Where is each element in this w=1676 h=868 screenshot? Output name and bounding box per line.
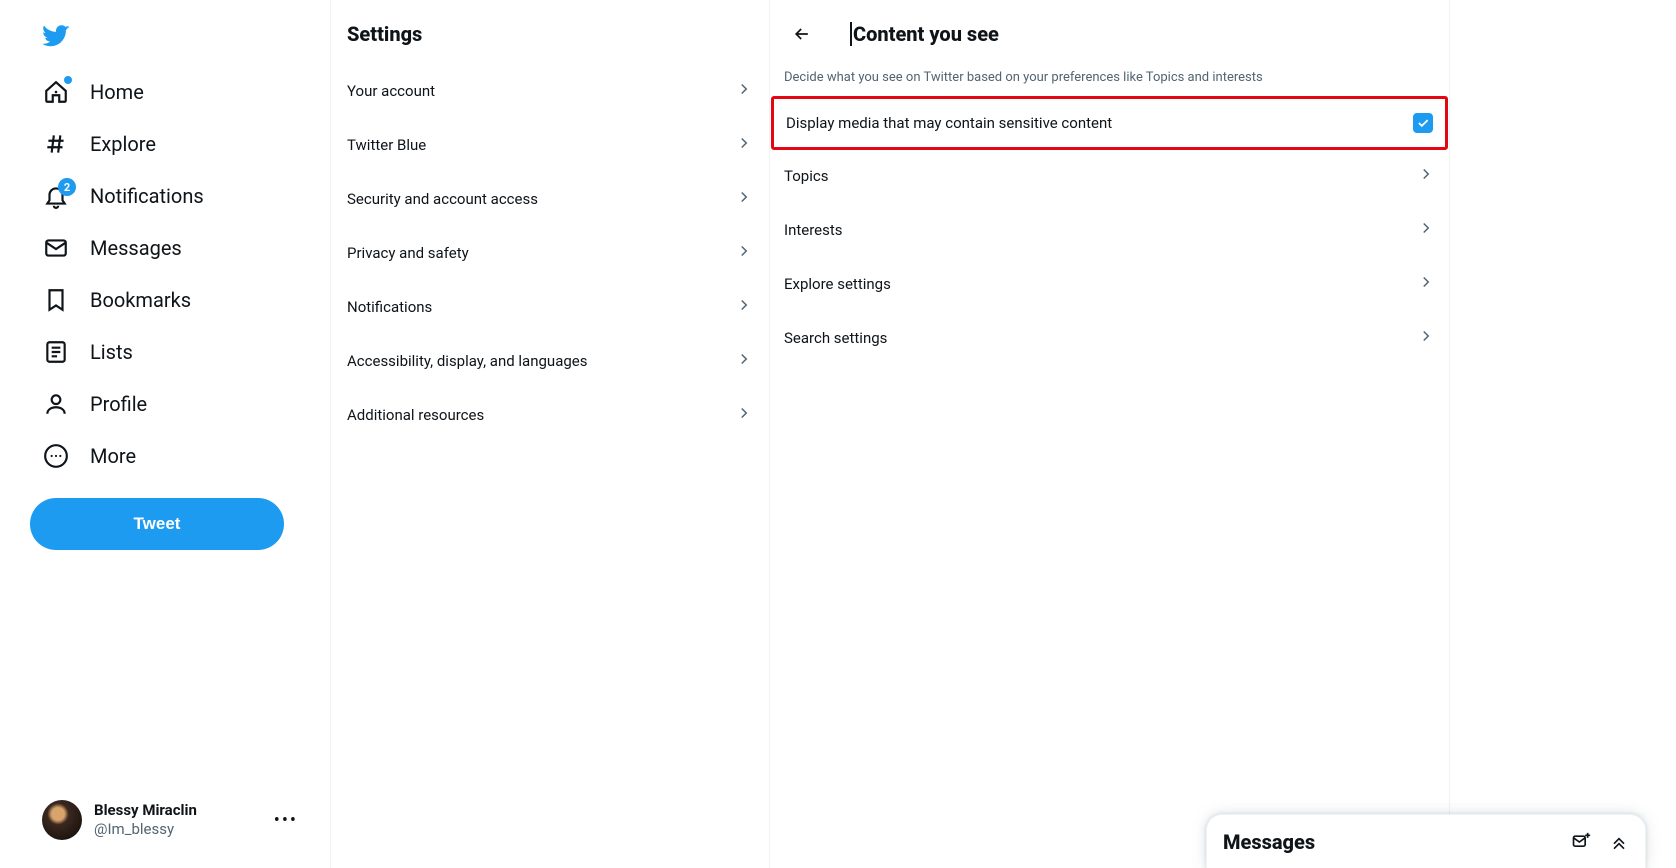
account-handle: @Im_blessy	[94, 820, 262, 839]
nav-messages[interactable]: Messages	[30, 222, 194, 274]
messages-dock-title: Messages	[1223, 830, 1315, 854]
settings-item-twitter-blue[interactable]: Twitter Blue	[331, 118, 769, 172]
bell-icon: 2	[42, 182, 70, 210]
nav-explore[interactable]: Explore	[30, 118, 168, 170]
home-icon	[42, 78, 70, 106]
content-column: Content you see Decide what you see on T…	[770, 0, 1450, 868]
new-message-icon[interactable]	[1571, 832, 1591, 852]
content-title: Content you see	[850, 22, 999, 46]
content-row-topics[interactable]: Topics	[770, 149, 1449, 203]
settings-item-security[interactable]: Security and account access	[331, 172, 769, 226]
chevron-right-icon	[735, 242, 753, 264]
nav-label: Notifications	[90, 184, 204, 208]
content-subtitle: Decide what you see on Twitter based on …	[770, 58, 1449, 97]
content-row-interests[interactable]: Interests	[770, 203, 1449, 257]
content-row-explore-settings[interactable]: Explore settings	[770, 257, 1449, 311]
content-row-label: Explore settings	[784, 275, 891, 293]
messages-dock[interactable]: Messages	[1206, 814, 1646, 868]
twitter-bird-icon	[42, 21, 70, 51]
settings-item-label: Your account	[347, 82, 435, 100]
chevron-right-icon	[1417, 327, 1435, 349]
settings-item-notifications[interactable]: Notifications	[331, 280, 769, 334]
settings-title: Settings	[331, 12, 769, 64]
ellipsis-icon: •••	[274, 810, 298, 831]
toggle-sensitive-media[interactable]: Display media that may contain sensitive…	[772, 97, 1447, 149]
primary-sidebar: Home Explore 2 Notifications Messa	[0, 0, 330, 868]
chevron-right-icon	[735, 188, 753, 210]
content-row-search-settings[interactable]: Search settings	[770, 311, 1449, 365]
settings-column: Settings Your account Twitter Blue Secur…	[330, 0, 770, 868]
settings-item-privacy[interactable]: Privacy and safety	[331, 226, 769, 280]
nav-label: Profile	[90, 392, 147, 416]
tweet-button[interactable]: Tweet	[30, 498, 284, 550]
account-menu[interactable]: Blessy Miraclin @Im_blessy •••	[30, 790, 310, 850]
nav-label: Bookmarks	[90, 288, 191, 312]
envelope-icon	[42, 234, 70, 262]
nav-label: Messages	[90, 236, 182, 260]
chevron-right-icon	[735, 80, 753, 102]
settings-item-your-account[interactable]: Your account	[331, 64, 769, 118]
nav-more[interactable]: More	[30, 430, 148, 482]
new-dot-badge	[64, 76, 72, 84]
chevron-right-icon	[1417, 219, 1435, 241]
chevron-right-icon	[735, 404, 753, 426]
nav-profile[interactable]: Profile	[30, 378, 159, 430]
notification-count-badge: 2	[58, 178, 76, 196]
settings-item-label: Additional resources	[347, 406, 484, 424]
nav-lists[interactable]: Lists	[30, 326, 145, 378]
settings-item-label: Accessibility, display, and languages	[347, 352, 587, 370]
chevron-right-icon	[1417, 273, 1435, 295]
account-name: Blessy Miraclin	[94, 801, 262, 820]
settings-item-label: Security and account access	[347, 190, 538, 208]
more-circle-icon	[42, 442, 70, 470]
chevron-right-icon	[735, 350, 753, 372]
settings-item-label: Privacy and safety	[347, 244, 469, 262]
nav-label: More	[90, 444, 136, 468]
nav-home[interactable]: Home	[30, 66, 156, 118]
nav-bookmarks[interactable]: Bookmarks	[30, 274, 203, 326]
checkbox-checked-icon[interactable]	[1413, 113, 1433, 133]
content-row-label: Search settings	[784, 329, 887, 347]
person-icon	[42, 390, 70, 418]
list-icon	[42, 338, 70, 366]
chevron-right-icon	[735, 296, 753, 318]
content-row-label: Topics	[784, 167, 828, 185]
settings-item-accessibility[interactable]: Accessibility, display, and languages	[331, 334, 769, 388]
back-button[interactable]	[784, 16, 820, 52]
twitter-logo[interactable]	[30, 10, 82, 62]
settings-item-additional-resources[interactable]: Additional resources	[331, 388, 769, 442]
avatar	[42, 800, 82, 840]
nav-notifications[interactable]: 2 Notifications	[30, 170, 216, 222]
settings-item-label: Notifications	[347, 298, 432, 316]
chevron-right-icon	[735, 134, 753, 156]
nav-label: Lists	[90, 340, 133, 364]
nav-label: Explore	[90, 132, 156, 156]
settings-item-label: Twitter Blue	[347, 136, 426, 154]
chevron-right-icon	[1417, 165, 1435, 187]
arrow-left-icon	[792, 24, 812, 44]
toggle-label: Display media that may contain sensitive…	[786, 114, 1112, 132]
expand-up-icon[interactable]	[1609, 832, 1629, 852]
bookmark-icon	[42, 286, 70, 314]
nav-label: Home	[90, 80, 144, 104]
hash-icon	[42, 130, 70, 158]
content-row-label: Interests	[784, 221, 843, 239]
